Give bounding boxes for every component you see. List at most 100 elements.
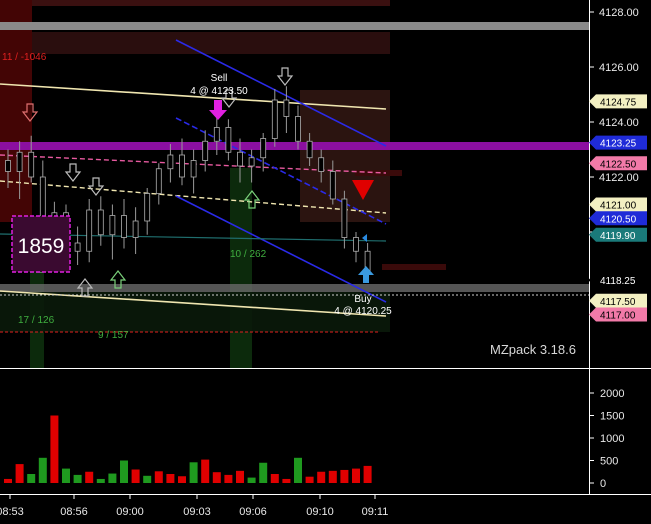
volume-bar — [131, 469, 140, 483]
volume-bar — [340, 469, 349, 483]
volume-bar — [201, 459, 210, 483]
time-tick-label: 08:53 — [0, 506, 24, 518]
price-tag-label: 4121.00 — [600, 201, 637, 212]
price-tick-label: 4128.00 — [599, 7, 639, 19]
volume-bar — [305, 476, 314, 483]
candle-body — [167, 154, 174, 170]
candle-body — [74, 242, 81, 252]
time-tick-label: 09:00 — [116, 506, 144, 518]
price-tag-label: 4123.25 — [600, 139, 637, 150]
candle-body — [353, 237, 359, 252]
candle-body — [225, 127, 232, 153]
volume-bar — [224, 474, 233, 483]
volume-bar — [27, 474, 36, 483]
candle-body — [329, 171, 336, 200]
volume-tick-label: 1000 — [600, 433, 624, 445]
volume-bar — [62, 468, 70, 483]
zone-stat-label-3: 9 / 157 — [98, 330, 129, 341]
volume-bar — [317, 471, 326, 483]
volume-bar — [270, 474, 279, 483]
time-tick-label: 09:10 — [306, 506, 334, 518]
volume-tick-label: 2000 — [600, 388, 624, 400]
volume-tick-label: 1500 — [600, 411, 624, 423]
candle-body — [295, 116, 301, 142]
candle-body — [248, 157, 255, 167]
candle-body — [271, 99, 278, 139]
time-tick-label: 09:06 — [239, 506, 267, 518]
volume-bar — [259, 462, 268, 483]
big-trade-label: 1859 — [18, 235, 65, 258]
candle-body — [86, 209, 93, 252]
candle-body — [97, 209, 104, 236]
candle-body — [237, 151, 243, 167]
candle-body — [144, 193, 151, 222]
purple-level — [0, 142, 589, 150]
candle-body — [190, 160, 197, 178]
price-tag-label: 4118.25 — [600, 276, 636, 287]
small-red-bar — [382, 264, 446, 270]
price-tag-label: 4122.50 — [600, 159, 637, 170]
volume-axis[interactable]: 2000 1500 1000 500 0 — [589, 388, 624, 490]
volume-bar — [73, 474, 82, 483]
volume-bar — [85, 471, 94, 483]
sell-fill-label: 4 @ 4123.50 — [190, 86, 248, 97]
candle-body — [283, 99, 290, 117]
candle-body — [5, 160, 11, 172]
volume-bar — [247, 477, 256, 483]
candle-body — [341, 198, 348, 238]
watermark-label: MZpack 3.18.6 — [490, 342, 576, 357]
candle-body — [16, 151, 23, 172]
session-pnl-label: 11 / -1046 — [2, 52, 47, 63]
volume-tick-label: 0 — [600, 478, 606, 490]
volume-bar — [96, 478, 105, 483]
volume-bar — [120, 460, 128, 483]
volume-bar — [282, 478, 291, 483]
volume-bar — [154, 471, 163, 483]
candle-body — [213, 127, 220, 142]
price-tag-label: 4120.50 — [600, 214, 637, 225]
supply-zone-band — [32, 32, 390, 54]
candle-body — [155, 168, 162, 194]
volume-bar — [363, 465, 372, 483]
volume-bar — [15, 464, 24, 483]
candle-body — [260, 138, 267, 159]
price-tag-label: 4117.00 — [600, 311, 636, 322]
volume-bar — [4, 478, 12, 483]
volume-bar — [189, 462, 198, 483]
volume-bar — [166, 474, 175, 483]
price-tag-label: 4124.75 — [600, 97, 637, 108]
volume-bar — [143, 475, 152, 483]
candle-body — [121, 215, 127, 238]
volume-bar — [236, 470, 244, 483]
candle-body — [132, 220, 139, 238]
trading-chart[interactable]: 1859 11 / -1046 Sell 4 @ 4123.50 Buy 4 @… — [0, 0, 651, 524]
candle-body — [202, 140, 209, 161]
time-tick-label: 08:56 — [60, 506, 88, 518]
volume-bar — [178, 476, 186, 483]
price-tick-label: 4122.00 — [599, 172, 639, 184]
sell-label: Sell — [211, 73, 228, 84]
volume-bar — [50, 415, 59, 483]
price-tick-label: 4126.00 — [599, 62, 639, 74]
volume-bar — [352, 468, 360, 483]
price-tick-label: 4124.00 — [599, 117, 639, 129]
price-tag-label: 4117.50 — [600, 297, 636, 308]
time-tick-label: 09:11 — [362, 506, 389, 518]
volume-bar — [328, 470, 337, 483]
volume-bar — [212, 472, 221, 483]
candle-body — [28, 151, 35, 178]
time-tick-label: 09:03 — [183, 506, 211, 518]
candle-body — [109, 215, 116, 236]
candle-body — [318, 157, 325, 172]
zone-stat-label-2: 17 / 126 — [18, 315, 55, 326]
supply-zone-top — [32, 0, 390, 6]
price-tag-label: 4119.90 — [600, 231, 636, 242]
demand-zone-mid — [230, 168, 252, 368]
gray-level-top — [0, 22, 589, 30]
buy-fill-label: 4 @ 4120.25 — [334, 306, 392, 317]
volume-bar — [294, 457, 302, 483]
time-axis[interactable]: 08:53 08:56 09:00 09:03 09:06 09:10 09:11 — [0, 494, 388, 518]
zone-stat-label-1: 10 / 262 — [230, 249, 267, 260]
volume-tick-label: 500 — [600, 456, 618, 468]
candle-body — [179, 154, 185, 178]
